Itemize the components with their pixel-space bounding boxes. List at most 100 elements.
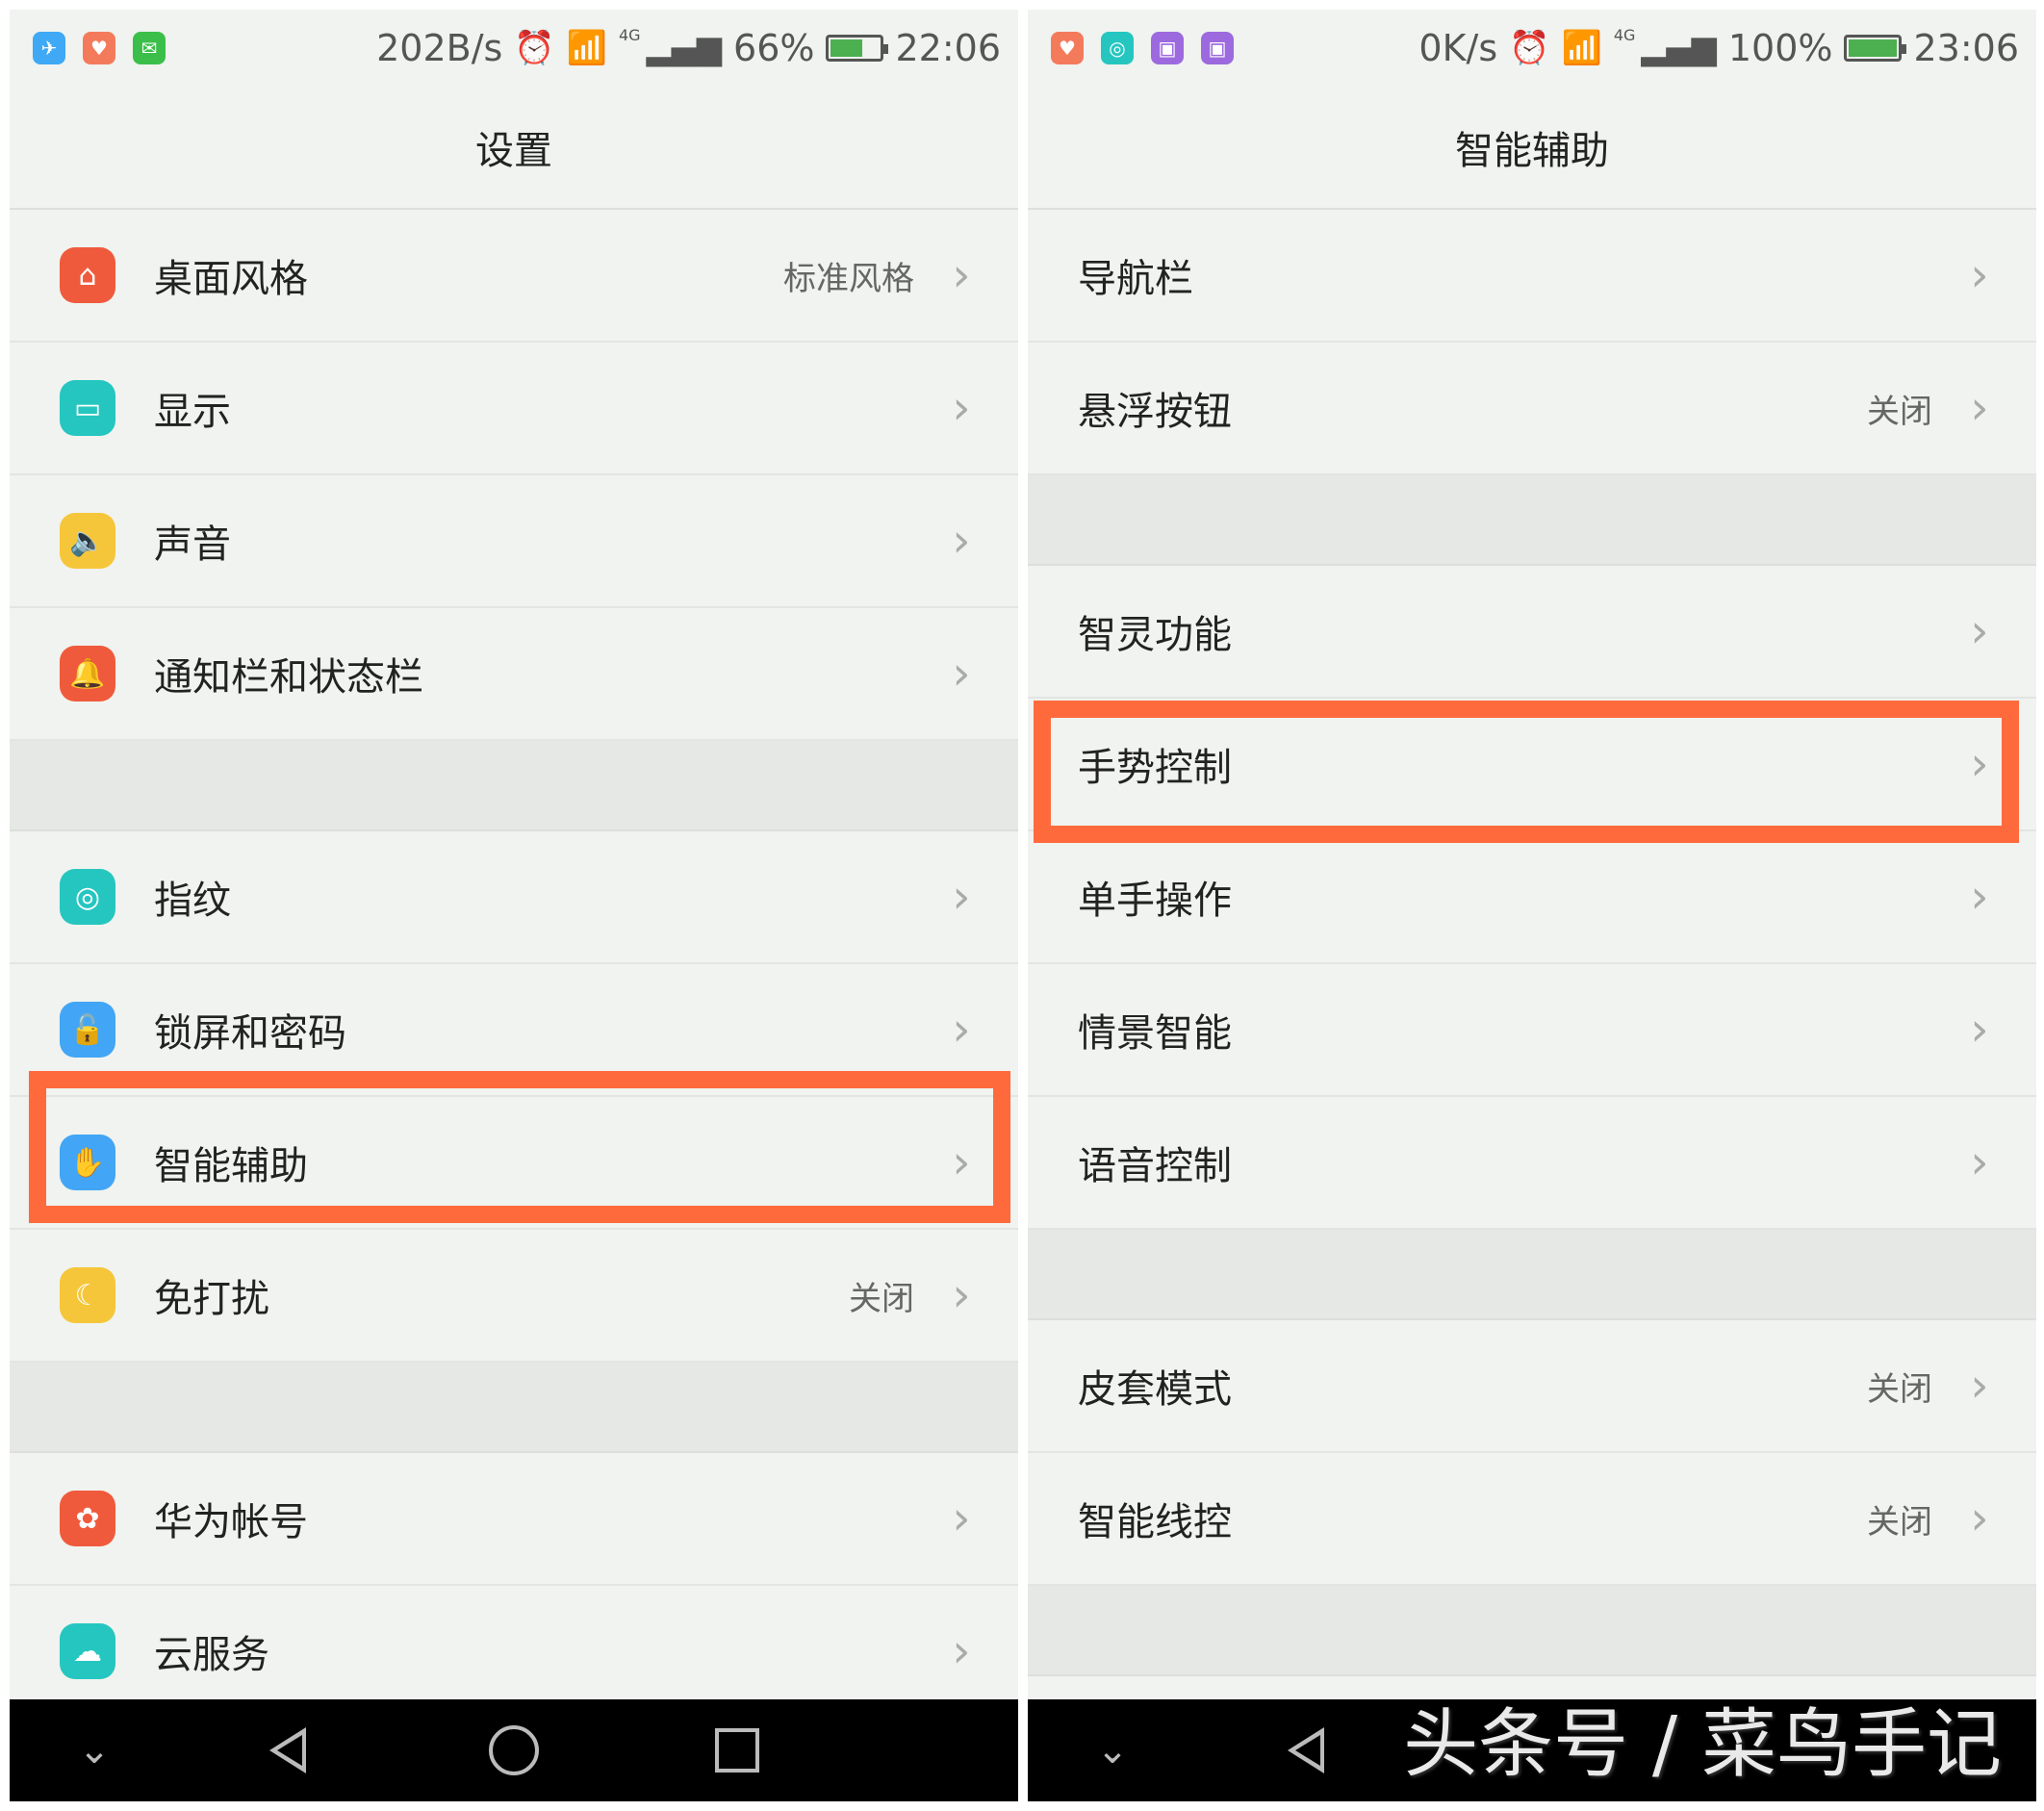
health-notification-icon: ♥ [83, 32, 115, 64]
target-notification-icon: ◎ [1101, 32, 1134, 64]
back-icon [1288, 1727, 1324, 1773]
health-notification-icon: ♥ [1051, 32, 1084, 64]
row-label: 锁屏和密码 [154, 1011, 346, 1056]
back-icon [269, 1727, 306, 1773]
status-bar: ✈ ♥ ✉ 202B/s ⏰ 📶 4G ▂▄▆ 66% 22:06 [10, 10, 1018, 87]
setting-row-sound[interactable]: 🔈 声音 › [10, 475, 1018, 608]
network-type: 4G [618, 25, 641, 44]
row-label: 情景智能 [1078, 1011, 1232, 1056]
row-label: 皮套模式 [1078, 1367, 1232, 1412]
chevron-right-icon: › [952, 248, 971, 302]
network-type: 4G [1613, 25, 1636, 44]
row-label: 免打扰 [154, 1277, 269, 1321]
setting-row-smart-assist[interactable]: ✋ 智能辅助 › [10, 1097, 1018, 1230]
setting-row-nav-bar[interactable]: 导航栏 › [1028, 210, 2036, 343]
speaker-icon: 🔈 [60, 513, 115, 569]
hide-nav-button[interactable]: ⌄ [78, 1728, 111, 1773]
home-button[interactable] [489, 1725, 539, 1775]
row-value: 关闭 [849, 1279, 914, 1318]
setting-row-gesture-control[interactable]: 手势控制 › [1028, 699, 2036, 831]
wifi-icon: 📶 [566, 29, 607, 67]
back-button[interactable] [1288, 1727, 1326, 1773]
setting-row-fingerprint[interactable]: ◎ 指纹 › [10, 831, 1018, 964]
section-divider [1028, 475, 2036, 566]
battery-icon [826, 35, 889, 62]
smart-assist-screen: ♥ ◎ ▣ ▣ 0K/s ⏰ 📶 4G ▂▄▆ 100% 23:06 智能辅助 … [1028, 10, 2036, 1801]
setting-row-floating-button[interactable]: 悬浮按钮 关闭 › [1028, 343, 2036, 475]
row-value: 关闭 [1867, 392, 1932, 431]
clock: 23:06 [1913, 27, 2019, 69]
chevron-right-icon: › [952, 647, 971, 701]
settings-screen: ✈ ♥ ✉ 202B/s ⏰ 📶 4G ▂▄▆ 66% 22:06 设置 ⌂ 桌… [10, 10, 1018, 1801]
row-label: 手势控制 [1078, 746, 1232, 790]
setting-row-smart-wire-control[interactable]: 智能线控 关闭 › [1028, 1453, 2036, 1586]
display-icon: ▭ [60, 380, 115, 436]
hand-icon: ✋ [60, 1135, 115, 1190]
home-icon: ⌂ [60, 247, 115, 303]
chevron-right-icon: › [1970, 1359, 1989, 1413]
setting-row-lock[interactable]: 🔓 锁屏和密码 › [10, 964, 1018, 1097]
gallery-notification-icon: ▣ [1151, 32, 1184, 64]
back-button[interactable] [269, 1727, 308, 1773]
setting-row-display[interactable]: ▭ 显示 › [10, 343, 1018, 475]
chevron-right-icon: › [1970, 604, 1989, 658]
hide-nav-button[interactable]: ⌄ [1096, 1728, 1129, 1773]
moon-icon: ☾ [60, 1267, 115, 1323]
battery-percent: 100% [1727, 27, 1833, 69]
weibo-notification-icon: ✈ [33, 32, 65, 64]
watermark: 头条号 / 菜鸟手记 [1403, 1701, 2002, 1788]
setting-row-do-not-disturb[interactable]: ☾ 免打扰 关闭 › [10, 1230, 1018, 1363]
fingerprint-icon: ◎ [60, 869, 115, 925]
alarm-icon: ⏰ [514, 29, 555, 67]
chevron-right-icon: › [1970, 870, 1989, 924]
chevron-right-icon: › [952, 870, 971, 924]
row-label: 华为帐号 [154, 1500, 308, 1544]
row-label: 桌面风格 [154, 257, 308, 301]
section-divider [1028, 1230, 2036, 1320]
chevron-right-icon: › [952, 1135, 971, 1189]
chevron-right-icon: › [952, 1624, 971, 1678]
setting-row-notification[interactable]: 🔔 通知栏和状态栏 › [10, 608, 1018, 741]
page-title: 设置 [10, 87, 1018, 210]
battery-icon [1844, 35, 1907, 62]
row-label: 智能线控 [1078, 1500, 1232, 1544]
row-value: 关闭 [1867, 1369, 1932, 1409]
setting-row-desktop-style[interactable]: ⌂ 桌面风格 标准风格 › [10, 210, 1018, 343]
setting-row-cover-mode[interactable]: 皮套模式 关闭 › [1028, 1320, 2036, 1453]
wifi-icon: 📶 [1561, 29, 1602, 67]
network-speed: 0K/s [1418, 27, 1498, 69]
chevron-right-icon: › [952, 1003, 971, 1057]
section-divider [10, 741, 1018, 831]
chevron-right-icon: › [1970, 381, 1989, 435]
signal-icon: ▂▄▆ [1641, 29, 1717, 67]
row-label: 单手操作 [1078, 879, 1232, 923]
section-divider [1028, 1586, 2036, 1676]
setting-row-scene-smart[interactable]: 情景智能 › [1028, 964, 2036, 1097]
row-label: 悬浮按钮 [1078, 390, 1232, 434]
row-label: 智灵功能 [1078, 613, 1232, 657]
setting-row-huawei-account[interactable]: ✿ 华为帐号 › [10, 1453, 1018, 1586]
row-label: 导航栏 [1078, 257, 1193, 301]
row-label: 语音控制 [1078, 1144, 1232, 1188]
chevron-right-icon: › [1970, 1003, 1989, 1057]
battery-percent: 66% [733, 27, 815, 69]
lock-icon: 🔓 [60, 1002, 115, 1058]
cloud-icon: ☁ [60, 1623, 115, 1679]
chevron-right-icon: › [1970, 737, 1989, 791]
settings-list: ⌂ 桌面风格 标准风格 › ▭ 显示 › 🔈 声音 › 🔔 通知栏和状态栏 › … [10, 210, 1018, 1719]
setting-row-voice-control[interactable]: 语音控制 › [1028, 1097, 2036, 1230]
row-label: 声音 [154, 523, 231, 567]
setting-row-smart-spirit[interactable]: 智灵功能 › [1028, 566, 2036, 699]
bell-icon: 🔔 [60, 646, 115, 701]
chevron-right-icon: › [952, 514, 971, 568]
recents-button[interactable] [715, 1728, 759, 1773]
smart-assist-list: 导航栏 › 悬浮按钮 关闭 › 智灵功能 › 手势控制 › 单手操作 › 情景智… [1028, 210, 2036, 1676]
row-value: 关闭 [1867, 1502, 1932, 1542]
setting-row-one-hand[interactable]: 单手操作 › [1028, 831, 2036, 964]
chevron-right-icon: › [952, 381, 971, 435]
chevron-right-icon: › [1970, 1135, 1989, 1189]
navigation-bar: ⌄ [10, 1699, 1018, 1801]
notification-icons: ♥ ◎ ▣ ▣ [1051, 32, 1234, 64]
row-label: 通知栏和状态栏 [154, 655, 423, 700]
row-label: 指纹 [154, 879, 231, 923]
